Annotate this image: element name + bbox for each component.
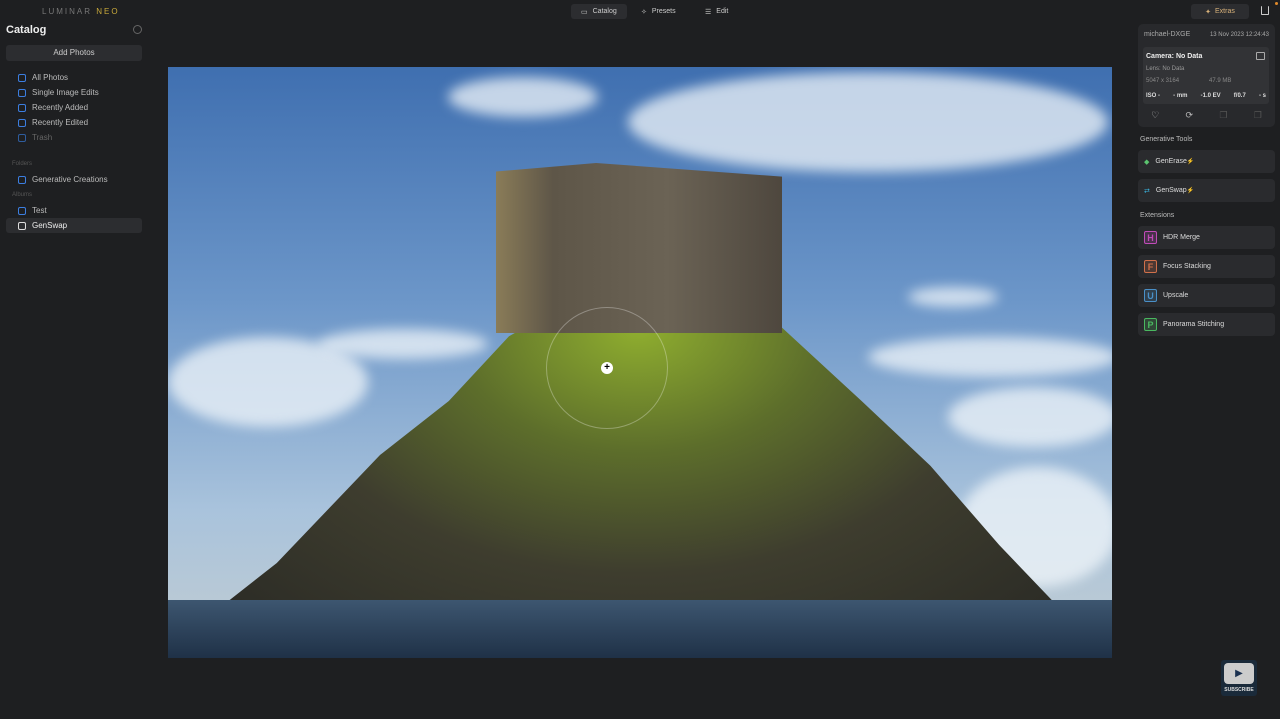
youtube-subscribe-button[interactable]: ▶ SUBSCRIBE: [1221, 660, 1257, 696]
tool-label: GenSwap: [1155, 187, 1187, 194]
ruin-tower: [496, 163, 782, 333]
tab-label: Edit: [716, 8, 729, 15]
sidebar-item-recently-edited[interactable]: Recently Edited: [6, 115, 142, 130]
file-size: 47.9 MB: [1209, 78, 1232, 84]
sliders-icon: ☰: [705, 8, 712, 16]
eraser-icon: ◆: [1144, 158, 1150, 166]
bolt-icon: ⚡: [1186, 188, 1195, 194]
grid-icon: [18, 88, 26, 97]
shutter: - s: [1258, 93, 1266, 99]
main-photo[interactable]: +: [168, 67, 1112, 658]
folder-icon: [18, 175, 26, 184]
tool-label: GenErase: [1155, 158, 1187, 165]
swap-icon: ⇄: [1144, 187, 1150, 195]
notification-dot: [1275, 2, 1278, 5]
sidebar-item-trash[interactable]: Trash: [6, 130, 142, 145]
photo-date: 13 Nov 2023 12:24:43: [1209, 32, 1269, 38]
folder-generative-creations[interactable]: Generative Creations: [6, 172, 142, 187]
add-photos-button[interactable]: Add Photos: [6, 45, 142, 61]
album-genswap[interactable]: GenSwap: [6, 218, 142, 233]
extension-focus-stacking[interactable]: F Focus Stacking: [1138, 255, 1275, 278]
tab-catalog[interactable]: ▭ Catalog: [571, 4, 627, 19]
sidebar-item-label: Recently Edited: [32, 118, 89, 127]
tab-label: Catalog: [592, 8, 617, 15]
album-label: Test: [32, 206, 47, 215]
album-test[interactable]: Test: [6, 203, 142, 218]
calendar-icon: [18, 103, 26, 112]
extension-label: Focus Stacking: [1163, 263, 1211, 270]
bolt-icon: ⚡: [1186, 159, 1195, 165]
search-icon[interactable]: [133, 25, 142, 34]
heart-icon[interactable]: ♡: [1151, 110, 1159, 121]
extension-label: Panorama Stitching: [1163, 321, 1225, 328]
extension-hdr-merge[interactable]: H HDR Merge: [1138, 226, 1275, 249]
raw-icon[interactable]: [1256, 52, 1265, 60]
extension-icon: P: [1144, 318, 1157, 331]
folder-label: Generative Creations: [32, 175, 108, 184]
trash-icon: [18, 133, 26, 142]
folders-header: Folders: [12, 161, 33, 167]
puzzle-icon: ✦: [1205, 8, 1212, 16]
edit-icon: [18, 118, 26, 127]
exposure: -1.0 EV: [1200, 93, 1221, 99]
sparkle-icon: ✧: [641, 8, 647, 16]
play-icon: ▶: [1224, 663, 1254, 684]
page-title: Catalog: [6, 24, 47, 36]
album-icon: [18, 206, 26, 215]
plus-icon: +: [601, 362, 613, 374]
brush-cursor: +: [546, 307, 668, 429]
extras-button[interactable]: ✦ Extras: [1191, 4, 1249, 19]
album-label: GenSwap: [32, 221, 68, 230]
albums-header: Albums: [12, 192, 33, 198]
sidebar-item-single-image-edits[interactable]: Single Image Edits: [6, 85, 142, 100]
sidebar-item-all-photos[interactable]: All Photos: [6, 70, 142, 85]
photo-info-panel: michael-DXGE 13 Nov 2023 12:24:43 Camera…: [1138, 24, 1275, 127]
sidebar-item-label: Trash: [32, 133, 53, 142]
focal-length: - mm: [1173, 93, 1188, 99]
aperture: f/0.7: [1233, 93, 1246, 99]
extras-label: Extras: [1215, 8, 1235, 15]
app-logo: LUMINAR NEO: [42, 7, 120, 16]
paste-icon[interactable]: ❐: [1254, 110, 1262, 121]
photos-icon: [18, 73, 26, 82]
sea: [168, 600, 1112, 658]
copy-icon[interactable]: ❐: [1219, 110, 1227, 121]
lens: Lens: No Data: [1146, 66, 1185, 72]
exif-card: Camera: No Data Lens: No Data 5047 x 316…: [1143, 47, 1269, 104]
subscribe-label: SUBSCRIBE: [1224, 687, 1254, 693]
sidebar-item-recently-added[interactable]: Recently Added: [6, 100, 142, 115]
extension-label: HDR Merge: [1163, 234, 1200, 241]
tab-edit[interactable]: ☰ Edit: [695, 4, 738, 19]
extension-upscale[interactable]: U Upscale: [1138, 284, 1275, 307]
sidebar-item-label: Recently Added: [32, 103, 89, 112]
generase-button[interactable]: ◆ GenErase⚡: [1138, 150, 1275, 173]
resolution: 5047 x 3164: [1146, 78, 1180, 84]
extension-label: Upscale: [1163, 292, 1189, 299]
extension-icon: U: [1144, 289, 1157, 302]
iso: ISO -: [1146, 93, 1161, 99]
extension-icon: H: [1144, 231, 1157, 244]
rotate-icon[interactable]: ⟳: [1186, 110, 1194, 121]
extension-panorama-stitching[interactable]: P Panorama Stitching: [1138, 313, 1275, 336]
folder-icon: ▭: [581, 8, 588, 16]
extensions-header: Extensions: [1140, 212, 1175, 219]
genswap-button[interactable]: ⇄ GenSwap⚡: [1138, 179, 1275, 202]
sidebar-item-label: All Photos: [32, 73, 69, 82]
album-icon: [18, 221, 26, 230]
tab-label: Presets: [651, 8, 676, 15]
share-icon[interactable]: [1261, 6, 1269, 15]
user-name: michael-DXGE: [1144, 31, 1191, 38]
camera: Camera: No Data: [1146, 53, 1203, 60]
sidebar-item-label: Single Image Edits: [32, 88, 99, 97]
extension-icon: F: [1144, 260, 1157, 273]
generative-tools-header: Generative Tools: [1140, 136, 1193, 143]
tab-presets[interactable]: ✧ Presets: [631, 4, 686, 19]
